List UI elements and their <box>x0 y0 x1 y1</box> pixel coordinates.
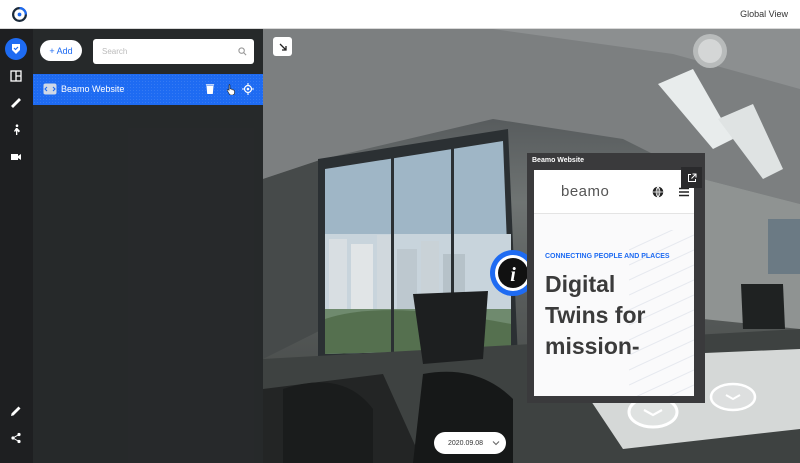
search-icon <box>238 47 247 56</box>
delete-icon[interactable] <box>204 83 216 95</box>
global-view-link[interactable]: Global View <box>740 9 788 19</box>
svg-text:i: i <box>510 264 516 286</box>
top-bar: Global View <box>0 0 800 29</box>
list-item[interactable]: Beamo Website <box>33 74 263 105</box>
ruler-icon <box>11 98 21 108</box>
add-button[interactable]: + Add <box>40 40 82 61</box>
site-header: beamo <box>534 170 694 214</box>
tool-rail <box>0 29 33 463</box>
date-label: 2020.09.08 <box>448 439 484 447</box>
collapse-panel-button[interactable] <box>273 37 292 56</box>
website-popup: Beamo Website beamo CONNECTING PEOPLE AN… <box>527 153 705 403</box>
locate-icon[interactable] <box>242 83 254 95</box>
tag-tool-button[interactable] <box>5 38 27 60</box>
walk-tool-button[interactable] <box>5 119 27 141</box>
search-input[interactable] <box>93 39 254 64</box>
pointer-hand-icon[interactable] <box>225 83 237 95</box>
measure-tool-button[interactable] <box>5 92 27 114</box>
arrow-diagonal-icon <box>279 43 287 51</box>
popup-title: Beamo Website <box>532 157 584 164</box>
menu-icon[interactable] <box>679 187 689 197</box>
date-selector[interactable]: 2020.09.08 <box>434 432 506 454</box>
pencil-icon <box>11 406 21 416</box>
external-link-icon <box>687 173 696 182</box>
embed-icon <box>43 83 57 95</box>
share-icon <box>11 432 21 444</box>
share-tool-button[interactable] <box>5 427 27 449</box>
tags-panel: + Add Beamo Website <box>33 29 263 463</box>
tag-icon <box>12 44 20 54</box>
site-headline: Digital Twins for mission- <box>545 271 646 359</box>
globe-icon[interactable] <box>652 186 664 198</box>
list-item-label: Beamo Website <box>61 84 125 94</box>
chevron-down-icon <box>492 441 500 446</box>
site-logo[interactable]: beamo <box>561 183 609 200</box>
floorplan-icon <box>10 70 22 82</box>
walk-icon <box>14 124 20 135</box>
edit-tool-button[interactable] <box>5 400 27 422</box>
site-tagline: CONNECTING PEOPLE AND PLACES <box>545 253 670 260</box>
logo-icon[interactable] <box>11 6 28 23</box>
video-icon <box>11 154 21 160</box>
floorplan-tool-button[interactable] <box>5 65 27 87</box>
video-tool-button[interactable] <box>5 146 27 168</box>
embedded-website[interactable]: beamo CONNECTING PEOPLE AND PLACES Digit… <box>534 170 694 396</box>
open-external-button[interactable] <box>681 167 702 188</box>
